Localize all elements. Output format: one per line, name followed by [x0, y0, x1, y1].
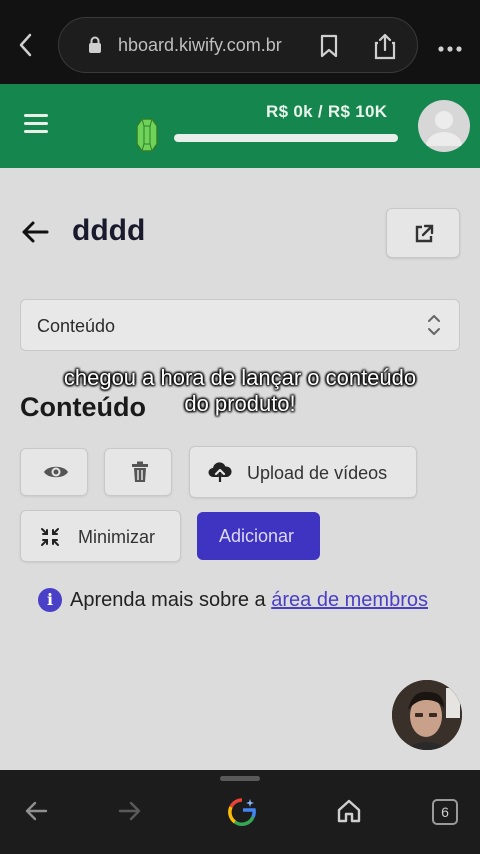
- menu-icon[interactable]: [24, 114, 48, 134]
- lock-icon: [88, 36, 102, 59]
- collapse-icon: [41, 528, 59, 546]
- nav-back-arrow-icon[interactable]: [24, 800, 48, 827]
- revenue-progress-bar: [174, 134, 398, 142]
- video-caption: chegou a hora de lançar o conteúdo do pr…: [0, 365, 480, 417]
- gem-icon: [136, 118, 158, 152]
- upload-videos-label: Upload de vídeos: [247, 463, 388, 483]
- content-type-select[interactable]: Conteúdo: [20, 299, 460, 351]
- eye-icon: [44, 466, 68, 478]
- minimize-button[interactable]: Minimizar: [20, 510, 181, 562]
- preview-button[interactable]: [20, 448, 88, 496]
- creator-video-bubble: [392, 680, 462, 750]
- minimize-label: Minimizar: [78, 527, 156, 547]
- upload-videos-button[interactable]: Upload de vídeos: [189, 446, 417, 498]
- info-icon: i: [38, 588, 62, 612]
- page-title: dddd: [72, 214, 146, 247]
- google-search-icon[interactable]: [226, 796, 258, 833]
- trash-icon: [132, 461, 148, 482]
- add-label: Adicionar: [219, 526, 295, 546]
- tabs-count-button[interactable]: 6: [432, 799, 458, 825]
- add-button[interactable]: Adicionar: [197, 512, 320, 560]
- nav-forward-arrow-icon[interactable]: [118, 800, 142, 827]
- delete-button[interactable]: [104, 448, 172, 496]
- more-options-icon[interactable]: [438, 40, 462, 58]
- browser-back-chevron-icon[interactable]: [16, 32, 36, 63]
- share-icon[interactable]: [372, 32, 398, 65]
- caption-line-1: chegou a hora de lançar o conteúdo: [63, 365, 417, 390]
- home-icon[interactable]: [336, 798, 362, 829]
- info-text-prefix: Aprenda mais sobre a: [70, 589, 272, 611]
- bookmark-icon[interactable]: [318, 34, 340, 63]
- open-external-button[interactable]: [386, 208, 460, 258]
- caption-line-2: do produto!: [184, 391, 296, 416]
- url-text[interactable]: hboard.kiwify.com.br: [118, 35, 282, 56]
- cloud-upload-icon: [208, 462, 232, 483]
- back-arrow-icon[interactable]: [20, 220, 50, 249]
- info-text: Aprenda mais sobre a área de membros: [70, 589, 428, 612]
- external-link-icon: [415, 224, 434, 243]
- avatar[interactable]: [418, 100, 470, 152]
- app-header: [0, 84, 480, 168]
- chevron-up-down-icon: [427, 312, 441, 343]
- drag-handle[interactable]: [220, 776, 260, 781]
- select-value: Conteúdo: [37, 316, 116, 336]
- members-area-link[interactable]: área de membros: [271, 589, 428, 611]
- revenue-progress-label: R$ 0k / R$ 10K: [266, 102, 388, 121]
